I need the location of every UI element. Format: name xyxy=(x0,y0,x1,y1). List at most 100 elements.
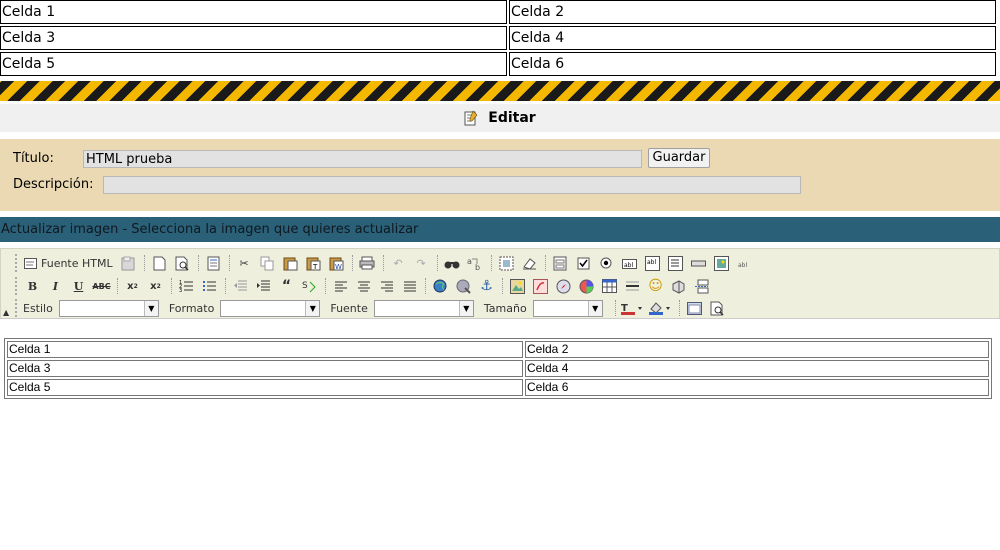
chevron-down-icon: ▼ xyxy=(305,300,320,316)
image-button-icon[interactable] xyxy=(712,254,731,273)
align-center-icon[interactable] xyxy=(354,277,373,296)
paste-icon[interactable] xyxy=(281,254,300,273)
new-page-icon[interactable] xyxy=(150,254,169,273)
edit-bar[interactable]: Editar xyxy=(0,104,1000,132)
hidden-field-icon[interactable]: abl xyxy=(735,254,754,273)
undo-icon[interactable]: ↶ xyxy=(389,254,408,273)
select-field-icon[interactable] xyxy=(666,254,685,273)
bold-icon[interactable]: B xyxy=(23,277,42,296)
svg-text:T: T xyxy=(312,263,318,271)
italic-icon[interactable]: I xyxy=(46,277,65,296)
div-container-icon[interactable]: S xyxy=(300,277,319,296)
color-wheel-icon[interactable] xyxy=(577,277,596,296)
remove-format-icon[interactable] xyxy=(520,254,539,273)
bulleted-list-icon[interactable] xyxy=(200,277,219,296)
flash-icon[interactable] xyxy=(531,277,550,296)
table-cell[interactable]: Celda 5 xyxy=(7,379,523,396)
toolbar-separator xyxy=(171,278,173,294)
form-icon[interactable] xyxy=(551,254,570,273)
editor-content-area[interactable]: Celda 1 Celda 2 Celda 3 Celda 4 Celda 5 … xyxy=(0,318,1000,543)
horizontal-rule-icon[interactable] xyxy=(623,277,642,296)
toolbar-separator xyxy=(351,255,354,271)
copy-icon[interactable] xyxy=(258,254,277,273)
style-select[interactable]: ▼ xyxy=(58,299,159,317)
descripcion-input[interactable] xyxy=(103,176,801,194)
numbered-list-icon[interactable]: 123 xyxy=(177,277,196,296)
editor-toolbar: Fuente HTML ✂ T W ↶ ↷ ab abl abl abl B I… xyxy=(0,248,1000,320)
table-row: Celda 1 Celda 2 xyxy=(0,0,996,24)
underline-icon[interactable]: U xyxy=(69,277,88,296)
image-icon[interactable] xyxy=(508,277,527,296)
align-right-icon[interactable] xyxy=(377,277,396,296)
format-label: Formato xyxy=(168,301,215,315)
unlink-icon[interactable] xyxy=(454,277,473,296)
link-icon[interactable] xyxy=(431,277,450,296)
indent-icon[interactable] xyxy=(254,277,273,296)
subscript-icon[interactable]: x2 xyxy=(123,277,142,296)
table-icon[interactable] xyxy=(600,277,619,296)
source-icon[interactable] xyxy=(23,254,37,273)
checkbox-icon[interactable] xyxy=(574,254,593,273)
button-field-icon[interactable] xyxy=(689,254,708,273)
blockquote-icon[interactable]: “ xyxy=(277,277,296,296)
paste-text-icon[interactable]: T xyxy=(304,254,323,273)
table-cell: Celda 6 xyxy=(509,52,996,76)
toolbar-handle xyxy=(15,299,19,317)
editor-table[interactable]: Celda 1 Celda 2 Celda 3 Celda 4 Celda 5 … xyxy=(4,338,992,399)
update-image-bar[interactable]: Actualizar imagen - Selecciona la imagen… xyxy=(0,217,1000,242)
svg-text:a: a xyxy=(467,257,472,266)
save-icon[interactable] xyxy=(119,254,138,273)
rich-text-editor: Fuente HTML ✂ T W ↶ ↷ ab abl abl abl B I… xyxy=(0,248,1000,543)
maximize-icon[interactable] xyxy=(685,299,704,318)
strikethrough-icon[interactable]: ABC xyxy=(92,277,111,296)
outdent-icon[interactable] xyxy=(231,277,250,296)
svg-text:W: W xyxy=(335,263,342,271)
compass-icon[interactable] xyxy=(554,277,573,296)
size-select[interactable]: ▼ xyxy=(532,299,603,317)
table-cell[interactable]: Celda 3 xyxy=(7,360,523,377)
toolbar-separator xyxy=(425,278,427,294)
textarea-icon[interactable]: abl xyxy=(643,254,662,273)
table-cell[interactable]: Celda 1 xyxy=(7,341,523,358)
edit-label: Editar xyxy=(488,110,536,126)
find-icon[interactable] xyxy=(443,254,462,273)
select-all-icon[interactable] xyxy=(497,254,516,273)
templates-icon[interactable] xyxy=(204,254,223,273)
align-justify-icon[interactable] xyxy=(400,277,419,296)
collapse-toolbar-icon[interactable]: ▲ xyxy=(3,308,9,317)
replace-icon[interactable]: ab xyxy=(466,254,485,273)
cut-icon[interactable]: ✂ xyxy=(235,254,254,273)
special-char-icon[interactable] xyxy=(669,277,688,296)
text-color-icon[interactable]: T xyxy=(620,299,645,318)
text-field-icon[interactable]: abl xyxy=(620,254,639,273)
table-cell[interactable]: Celda 2 xyxy=(525,341,989,358)
format-select[interactable]: ▼ xyxy=(220,299,321,317)
superscript-icon[interactable]: x2 xyxy=(146,277,165,296)
table-cell[interactable]: Celda 4 xyxy=(525,360,989,377)
page-break-icon[interactable] xyxy=(692,277,711,296)
font-label: Fuente xyxy=(330,301,368,315)
print-icon[interactable] xyxy=(358,254,377,273)
toolbar-handle xyxy=(15,254,19,272)
source-button[interactable]: Fuente HTML xyxy=(41,257,113,270)
toolbar-separator xyxy=(678,300,681,316)
smiley-icon[interactable]: ☺ xyxy=(646,277,665,296)
background-color-icon[interactable] xyxy=(648,299,673,318)
titulo-input[interactable]: HTML prueba xyxy=(83,150,642,168)
align-left-icon[interactable] xyxy=(331,277,350,296)
redo-icon[interactable]: ↷ xyxy=(412,254,431,273)
preview-icon[interactable] xyxy=(173,254,192,273)
chevron-down-icon: ▼ xyxy=(143,300,158,316)
table-row: Celda 3 Celda 4 xyxy=(7,360,989,377)
toolbar-separator xyxy=(143,255,146,271)
table-cell[interactable]: Celda 6 xyxy=(525,379,989,396)
font-select[interactable]: ▼ xyxy=(373,299,474,317)
toolbar-separator xyxy=(502,278,504,294)
radio-icon[interactable] xyxy=(597,254,616,273)
toolbar-separator xyxy=(614,300,617,316)
paste-word-icon[interactable]: W xyxy=(327,254,346,273)
show-blocks-icon[interactable] xyxy=(708,299,727,318)
table-row: Celda 1 Celda 2 xyxy=(7,341,989,358)
guardar-button[interactable]: Guardar xyxy=(648,148,710,168)
anchor-icon[interactable]: ⚓ xyxy=(477,277,496,296)
